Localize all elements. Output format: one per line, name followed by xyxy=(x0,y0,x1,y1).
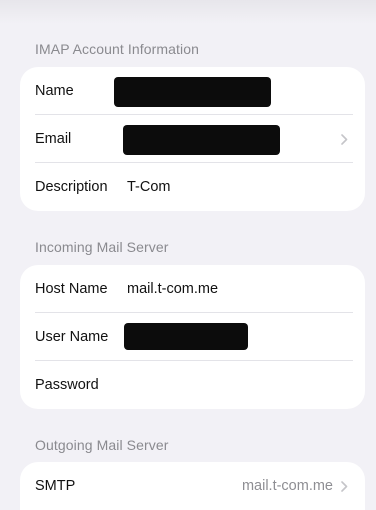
outgoing-section-header: Outgoing Mail Server xyxy=(35,437,169,453)
smtp-row[interactable]: SMTP mail.t-com.me xyxy=(20,462,365,510)
email-row[interactable]: Email xyxy=(20,115,365,163)
incoming-section-header: Incoming Mail Server xyxy=(35,239,169,255)
chevron-right-icon xyxy=(341,462,351,510)
incoming-server-card: Host Name mail.t-com.me User Name Passwo… xyxy=(20,265,365,409)
description-label: Description xyxy=(35,179,108,195)
top-bar-shadow xyxy=(0,0,376,24)
password-label: Password xyxy=(35,377,99,393)
name-label: Name xyxy=(35,83,74,99)
user-name-value-redacted[interactable] xyxy=(124,323,248,350)
smtp-label: SMTP xyxy=(35,478,76,494)
email-value-redacted xyxy=(123,125,280,155)
name-row[interactable]: Name xyxy=(20,67,365,115)
imap-section-header: IMAP Account Information xyxy=(35,41,200,57)
host-name-label: Host Name xyxy=(35,281,108,297)
host-name-value[interactable]: mail.t-com.me xyxy=(127,265,218,313)
user-name-row[interactable]: User Name xyxy=(20,313,365,361)
smtp-value: mail.t-com.me xyxy=(241,478,333,494)
chevron-right-icon xyxy=(341,115,351,163)
description-row[interactable]: Description T-Com xyxy=(20,163,365,211)
password-row[interactable]: Password xyxy=(20,361,365,409)
imap-account-card: Name Email Description T-Com xyxy=(20,67,365,211)
user-name-label: User Name xyxy=(35,329,109,345)
description-value[interactable]: T-Com xyxy=(127,163,171,211)
host-name-row[interactable]: Host Name mail.t-com.me xyxy=(20,265,365,313)
outgoing-server-card: SMTP mail.t-com.me xyxy=(20,462,365,510)
email-label: Email xyxy=(35,131,72,147)
name-value-redacted[interactable] xyxy=(114,77,271,107)
